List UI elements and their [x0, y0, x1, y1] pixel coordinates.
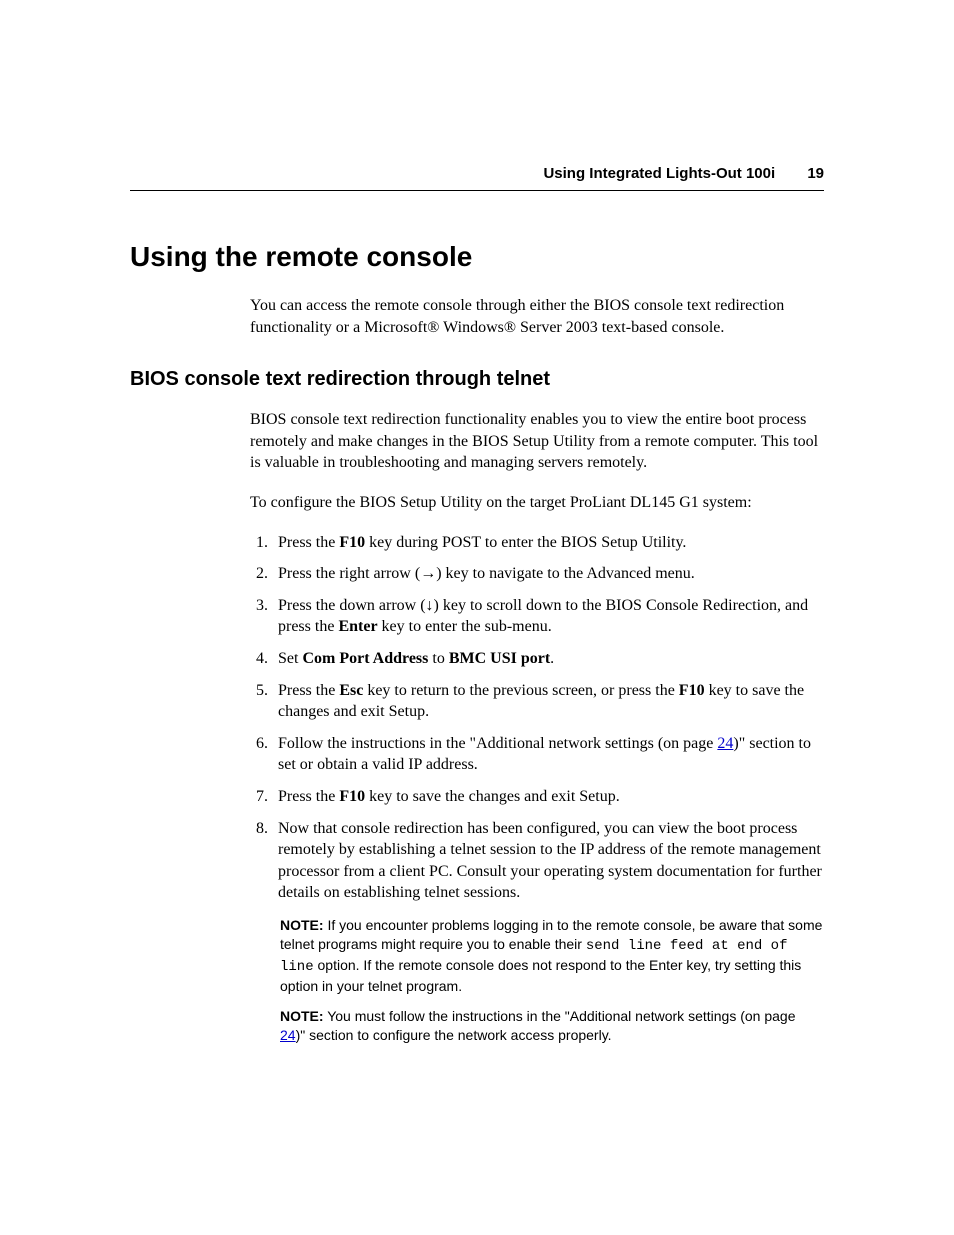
list-item: Press the right arrow (→) key to navigat…	[272, 563, 824, 585]
note-block: NOTE: You must follow the instructions i…	[280, 1007, 824, 1045]
note-label: NOTE:	[280, 917, 324, 933]
note-text: )" section to configure the network acce…	[296, 1027, 612, 1043]
list-item: Press the Esc key to return to the previ…	[272, 680, 824, 723]
text: key to return to the previous screen, or…	[363, 682, 678, 699]
bold-text: F10	[339, 788, 365, 805]
text: Press the	[278, 534, 339, 551]
page-link[interactable]: 24	[280, 1027, 296, 1043]
list-item: Press the F10 key to save the changes an…	[272, 786, 824, 808]
text: key to enter the sub-menu.	[378, 618, 552, 635]
list-item: Follow the instructions in the "Addition…	[272, 733, 824, 776]
page-header: Using Integrated Lights-Out 100i 19	[130, 165, 824, 191]
text: key to save the changes and exit Setup.	[365, 788, 620, 805]
bold-text: BMC USI port	[449, 650, 550, 667]
ordered-list: Press the F10 key during POST to enter t…	[250, 532, 824, 904]
bold-text: F10	[339, 534, 365, 551]
body-section: You can access the remote console throug…	[250, 295, 824, 338]
list-item: Now that console redirection has been co…	[272, 818, 824, 904]
heading-main: Using the remote console	[130, 241, 824, 273]
bold-text: Esc	[339, 682, 363, 699]
list-item: Press the down arrow (↓) key to scroll d…	[272, 595, 824, 638]
page-link[interactable]: 24	[717, 735, 733, 752]
body-section-2: BIOS console text redirection functional…	[250, 409, 824, 904]
text: key during POST to enter the BIOS Setup …	[365, 534, 686, 551]
note-text: option. If the remote console does not r…	[280, 957, 801, 994]
bold-text: F10	[679, 682, 705, 699]
note-text: You must follow the instructions in the …	[324, 1008, 796, 1024]
note-block: NOTE: If you encounter problems logging …	[280, 916, 824, 996]
text: Follow the instructions in the "Addition…	[278, 735, 717, 752]
page-number: 19	[807, 165, 824, 182]
page: Using Integrated Lights-Out 100i 19 Usin…	[0, 0, 954, 1045]
text: .	[550, 650, 554, 667]
text: Press the	[278, 788, 339, 805]
heading-sub: BIOS console text redirection through te…	[130, 368, 824, 391]
text: Set	[278, 650, 302, 667]
list-item: Press the F10 key during POST to enter t…	[272, 532, 824, 554]
paragraph: BIOS console text redirection functional…	[250, 409, 824, 474]
text: to	[428, 650, 448, 667]
bold-text: Enter	[338, 618, 377, 635]
bold-text: Com Port Address	[302, 650, 428, 667]
intro-paragraph: You can access the remote console throug…	[250, 295, 824, 338]
text: Press the	[278, 682, 339, 699]
note-label: NOTE:	[280, 1008, 324, 1024]
header-title: Using Integrated Lights-Out 100i	[543, 165, 775, 182]
paragraph: To configure the BIOS Setup Utility on t…	[250, 492, 824, 514]
list-item: Set Com Port Address to BMC USI port.	[272, 648, 824, 670]
